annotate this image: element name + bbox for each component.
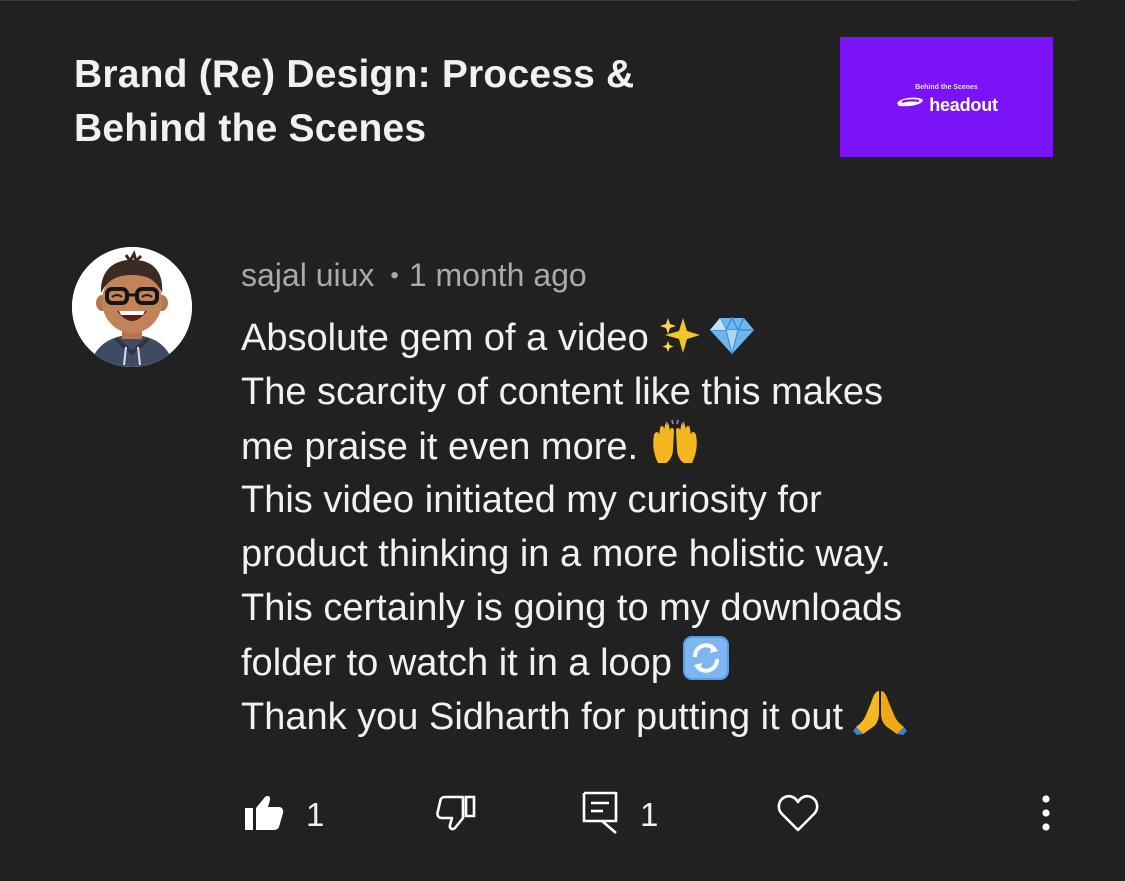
folded-hands-emoji	[853, 689, 908, 750]
comment-line: folder to watch it in a loop	[241, 635, 1041, 689]
comment-meta: sajal uiux • 1 month ago	[241, 255, 587, 296]
thumbnail-caption: Behind the Scenes	[915, 84, 978, 91]
comment-author[interactable]: sajal uiux	[241, 257, 374, 293]
heart-outline-icon	[777, 793, 819, 838]
comment-line: product thinking in a more holistic way.	[241, 527, 1041, 581]
thumbnail-brand-name: headout	[929, 95, 998, 115]
reply-button[interactable]: 1	[582, 790, 658, 840]
sparkles-emoji	[659, 316, 703, 371]
headout-logo-icon	[895, 95, 925, 116]
raising-hands-emoji	[648, 419, 702, 480]
more-vertical-icon	[1038, 793, 1054, 838]
comment-actions: 1 1	[0, 790, 1125, 840]
top-divider	[0, 0, 1078, 1]
memoji-avatar[interactable]	[72, 247, 192, 367]
gem-emoji	[709, 316, 755, 371]
comment-line-text: folder to watch it in a loop	[241, 642, 672, 684]
comment-line: This video initiated my curiosity for	[241, 473, 1041, 527]
loop-arrows-emoji	[682, 635, 730, 696]
reply-count: 1	[640, 796, 659, 833]
dislike-button[interactable]	[436, 790, 476, 840]
comment-line: me praise it even more.	[241, 419, 1041, 473]
comment-line: The scarcity of content like this makes	[241, 365, 1041, 419]
thumbnail-brand: headout	[840, 95, 1053, 116]
comment-line: Absolute gem of a video	[241, 311, 1041, 365]
meta-separator: •	[390, 262, 399, 289]
comment-body: Absolute gem of a video The scarcity of …	[241, 311, 1041, 743]
like-count: 1	[306, 796, 325, 833]
video-header: Brand (Re) Design: Process & Behind the …	[74, 37, 1074, 168]
thumbs-up-filled-icon	[244, 794, 284, 837]
comment-line-text: The scarcity of content like this makes	[241, 371, 884, 413]
comment-line-text: product thinking in a more holistic way.	[241, 533, 891, 575]
comment-line-text: Thank you Sidharth for putting it out	[241, 696, 844, 738]
comment-line: Thank you Sidharth for putting it out	[241, 689, 1041, 743]
comment-line: This certainly is going to my downloads	[241, 581, 1041, 635]
comment-line-text: This video initiated my curiosity for	[241, 479, 822, 521]
thumbs-down-outline-icon	[436, 794, 476, 837]
more-options-button[interactable]	[1038, 790, 1054, 840]
video-title[interactable]: Brand (Re) Design: Process & Behind the …	[74, 48, 714, 156]
comment-line-text: Absolute gem of a video	[241, 317, 649, 359]
comment-line-text: This certainly is going to my downloads	[241, 587, 903, 629]
comment-line-text: me praise it even more.	[241, 426, 639, 468]
comment-time: 1 month ago	[408, 257, 587, 293]
video-thumbnail[interactable]: Behind the Scenes headout	[840, 37, 1053, 157]
heart-button[interactable]	[777, 790, 819, 840]
like-button[interactable]: 1	[244, 790, 324, 840]
comment-icon	[582, 791, 618, 840]
